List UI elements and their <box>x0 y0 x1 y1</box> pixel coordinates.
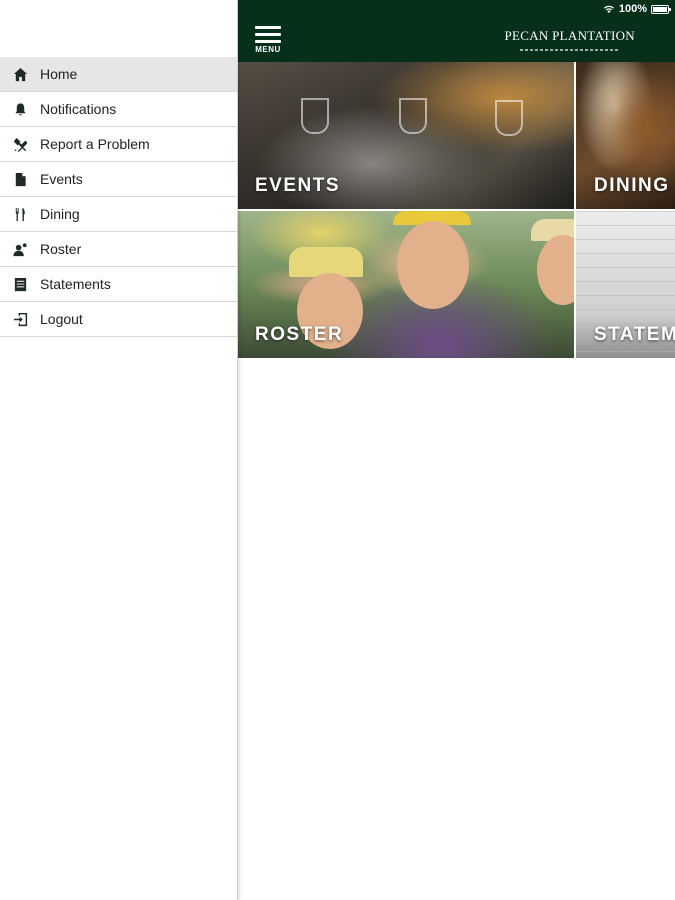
home-tiles: EVENTS DINING ROSTER STATEM <box>237 62 675 358</box>
people-icon <box>0 242 40 257</box>
battery-icon <box>651 4 671 14</box>
hamburger-icon-bar <box>255 40 281 43</box>
status-bar: 100% <box>603 0 675 18</box>
drawer-item-label: Notifications <box>40 101 117 117</box>
drawer-item-home[interactable]: Home <box>0 57 237 92</box>
drawer-item-report-a-problem[interactable]: Report a Problem <box>0 127 237 162</box>
bell-icon <box>0 102 40 117</box>
drawer-item-notifications[interactable]: Notifications <box>0 92 237 127</box>
face-graphic <box>537 235 574 305</box>
tools-icon <box>0 137 40 152</box>
tile-events[interactable]: EVENTS <box>237 62 574 209</box>
main-content: MENU PECAN PLANTATION EVENTS DINING ROST… <box>237 0 675 900</box>
drawer-item-logout[interactable]: Logout <box>0 302 237 337</box>
navigation-drawer: Home Notifications Report a Problem Even… <box>0 0 238 900</box>
glass-graphic <box>301 98 329 134</box>
tile-dining[interactable]: DINING <box>576 62 675 209</box>
tile-label: DINING <box>594 175 670 196</box>
wifi-icon <box>603 5 614 13</box>
tile-statements[interactable]: STATEM <box>576 211 675 358</box>
tile-roster[interactable]: ROSTER <box>237 211 574 358</box>
drawer-item-label: Statements <box>40 276 111 292</box>
drawer-item-label: Home <box>40 66 78 82</box>
logo-text: PECAN PLANTATION <box>504 28 635 43</box>
face-graphic <box>397 221 469 309</box>
utensils-icon <box>0 207 40 222</box>
drawer-item-label: Roster <box>40 241 82 257</box>
drawer-item-label: Logout <box>40 311 83 327</box>
drawer-item-events[interactable]: Events <box>0 162 237 197</box>
battery-percent: 100% <box>618 3 647 15</box>
document-icon <box>0 172 40 187</box>
logo-tagline-line <box>519 49 620 51</box>
drawer-item-label: Report a Problem <box>40 136 150 152</box>
tile-label: EVENTS <box>255 175 341 196</box>
drawer-item-label: Dining <box>40 206 80 222</box>
tile-label: STATEM <box>594 324 675 345</box>
drawer-item-statements[interactable]: Statements <box>0 267 237 302</box>
hamburger-icon-bar <box>255 33 281 36</box>
statement-icon <box>0 277 40 292</box>
glass-graphic <box>399 98 427 134</box>
home-icon <box>0 67 40 82</box>
logout-icon <box>0 312 40 327</box>
glass-graphic <box>495 100 523 136</box>
drawer-menu: Home Notifications Report a Problem Even… <box>0 57 237 337</box>
drawer-item-label: Events <box>40 171 83 187</box>
club-logo: PECAN PLANTATION <box>504 28 635 51</box>
menu-label: MENU <box>255 45 281 54</box>
tile-label: ROSTER <box>255 324 344 345</box>
drawer-item-dining[interactable]: Dining <box>0 197 237 232</box>
menu-button[interactable]: MENU <box>255 26 281 54</box>
hamburger-icon <box>255 26 281 29</box>
drawer-item-roster[interactable]: Roster <box>0 232 237 267</box>
